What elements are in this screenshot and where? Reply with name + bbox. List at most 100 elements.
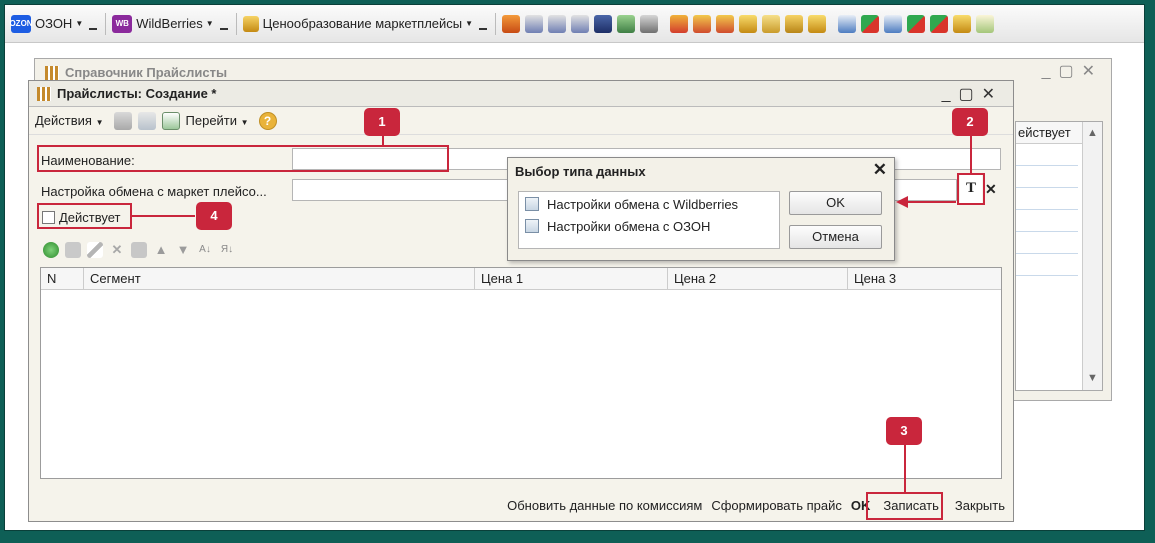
chevron-down-icon: ▼ <box>75 19 84 28</box>
underscore-icon <box>89 27 98 30</box>
annotation-badge-3: 3 <box>886 417 922 445</box>
scroll-up-icon[interactable]: ▲ <box>1083 127 1102 139</box>
coins-icon[interactable] <box>953 14 972 33</box>
exchange-settings-label: Настройка обмена с маркет плейсо... <box>41 184 267 199</box>
annotation-badge-2: 2 <box>952 108 988 136</box>
toolbar-separator <box>105 12 107 35</box>
column-price2-header[interactable]: Цена 2 <box>668 268 848 289</box>
list-row <box>1016 188 1078 210</box>
generate-price-button[interactable]: Сформировать прайс <box>711 498 842 513</box>
clear-field-icon[interactable]: ✕ <box>985 181 997 198</box>
toolbar-separator <box>235 12 237 35</box>
printer-icon[interactable] <box>525 14 544 33</box>
hand-money-icon[interactable] <box>693 14 712 33</box>
dialog-ok-button[interactable]: OK <box>789 191 882 215</box>
annotation-leader-1 <box>382 135 384 146</box>
table-icon <box>525 197 539 211</box>
wildberries-logo-icon: WB <box>112 14 133 33</box>
coins-icon[interactable] <box>739 14 758 33</box>
move-down-icon[interactable]: ▼ <box>175 242 191 258</box>
main-toolbar: OZON ОЗОН ▼ WB WildBerries ▼ Ценообразов… <box>5 5 1144 43</box>
close-icon[interactable]: ✕ <box>873 160 887 180</box>
column-segment-header[interactable]: Сегмент <box>84 268 475 289</box>
hand-coins-icon[interactable] <box>762 14 781 33</box>
printer-icon[interactable] <box>548 14 567 33</box>
report-icon[interactable] <box>838 14 857 33</box>
list-row <box>1016 254 1078 276</box>
refresh-icon[interactable] <box>137 111 156 130</box>
money-red-icon[interactable] <box>670 14 689 33</box>
save-close-icon[interactable] <box>113 111 132 130</box>
copy-row-icon[interactable] <box>65 242 81 258</box>
annotation-badge-1: 1 <box>364 108 400 136</box>
close-button[interactable]: Закрыть <box>955 498 1005 513</box>
ozon-menu-label: ОЗОН <box>35 16 73 31</box>
chevron-down-icon: ▼ <box>205 19 214 28</box>
chevron-down-icon: ▼ <box>465 19 474 28</box>
column-price3-header[interactable]: Цена 3 <box>848 268 1001 289</box>
annotation-box-3 <box>866 492 943 520</box>
goto-menu[interactable]: Перейти ▼ <box>186 113 249 128</box>
table-icon <box>525 219 539 233</box>
form-titlebar: Прайслисты: Создание * _▢✕ <box>29 81 1013 107</box>
list-item-label: Настройки обмена с ОЗОН <box>547 218 711 234</box>
arrow-head-icon <box>896 196 908 208</box>
calculator-icon[interactable] <box>617 14 636 33</box>
coins-icon[interactable] <box>808 14 827 33</box>
image-icon[interactable] <box>976 14 995 33</box>
scale-icon[interactable] <box>640 14 659 33</box>
ozon-logo-icon: OZON <box>9 14 33 33</box>
catalog-list[interactable]: ействует ▲ ▼ <box>1015 121 1103 391</box>
help-icon[interactable]: ? <box>258 111 277 130</box>
coins-stack-icon[interactable] <box>785 14 804 33</box>
annotation-box-1 <box>37 145 449 172</box>
scroll-down-icon[interactable]: ▼ <box>1083 372 1102 384</box>
delete-icon[interactable]: ✕ <box>109 242 125 258</box>
table-header: N Сегмент Цена 1 Цена 2 Цена 3 <box>41 268 1001 290</box>
new-document-icon[interactable] <box>161 111 180 130</box>
annotation-arrow-2 <box>906 201 956 203</box>
dialog-cancel-button[interactable]: Отмена <box>789 225 882 249</box>
dialog-title: Выбор типа данных <box>515 164 646 179</box>
toolbar-separator <box>495 12 497 35</box>
hand-money-icon[interactable] <box>716 14 735 33</box>
list-item[interactable]: Настройки обмена с Wildberries <box>519 194 779 214</box>
update-commissions-button[interactable]: Обновить данные по комиссиям <box>507 498 702 513</box>
arrows-icon[interactable] <box>861 14 880 33</box>
ozon-menu[interactable]: OZON ОЗОН ▼ <box>9 12 98 36</box>
form-window-controls[interactable]: _▢✕ <box>942 84 1003 104</box>
arrows-icon[interactable] <box>930 14 949 33</box>
data-type-list: Настройки обмена с Wildberries Настройки… <box>518 191 780 249</box>
printer-icon[interactable] <box>571 14 590 33</box>
column-n-header[interactable]: N <box>41 268 84 289</box>
list-row <box>1016 210 1078 232</box>
grid-icon[interactable] <box>131 242 147 258</box>
wildberries-menu-label: WildBerries <box>136 16 203 31</box>
list-item[interactable]: Настройки обмена с ОЗОН <box>519 216 779 236</box>
move-up-icon[interactable]: ▲ <box>153 242 169 258</box>
chevron-down-icon: ▼ <box>240 118 249 127</box>
column-price1-header[interactable]: Цена 1 <box>475 268 668 289</box>
sort-descending-icon[interactable]: Я↓ <box>219 242 235 258</box>
report-icon[interactable] <box>884 14 903 33</box>
window-controls[interactable]: _▢✕ <box>1042 61 1103 81</box>
table-toolbar: ✕ ▲ ▼ A↓ Я↓ <box>43 242 241 258</box>
goto-menu-label: Перейти <box>185 113 238 128</box>
wildberries-menu[interactable]: WB WildBerries ▼ <box>112 12 228 36</box>
annotation-box-4 <box>37 203 132 229</box>
list-row <box>1016 166 1078 188</box>
segments-table[interactable]: N Сегмент Цена 1 Цена 2 Цена 3 <box>40 267 1002 479</box>
vertical-scrollbar[interactable]: ▲ ▼ <box>1082 122 1102 390</box>
coins-icon <box>242 15 259 32</box>
people-icon[interactable] <box>594 14 613 33</box>
list-item-label: Настройки обмена с Wildberries <box>547 196 739 212</box>
add-row-icon[interactable] <box>43 242 59 258</box>
orange-box-icon[interactable] <box>502 14 521 33</box>
catalog-window-title: Справочник Прайслисты <box>65 65 228 80</box>
sort-ascending-icon[interactable]: A↓ <box>197 242 213 258</box>
edit-icon[interactable] <box>87 242 103 258</box>
actions-menu[interactable]: Действия ▼ <box>35 113 104 128</box>
arrows-icon[interactable] <box>907 14 926 33</box>
annotation-box-2 <box>957 173 985 205</box>
pricing-menu[interactable]: Ценообразование маркетплейсы ▼ <box>242 12 488 36</box>
